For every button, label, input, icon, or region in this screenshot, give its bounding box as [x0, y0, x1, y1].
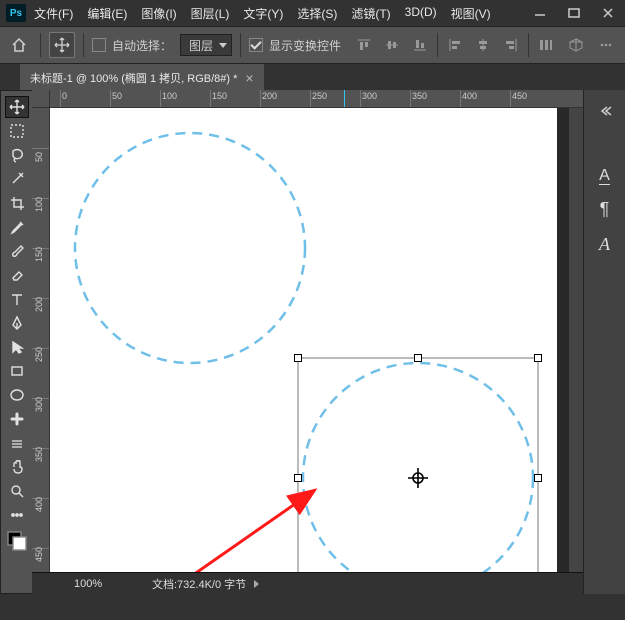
- show-transform-label: 显示变换控件: [269, 37, 341, 54]
- transform-handle-n[interactable]: [414, 354, 422, 362]
- home-button[interactable]: [6, 32, 32, 58]
- path-selection-tool[interactable]: [5, 336, 29, 358]
- hand-tool[interactable]: [5, 456, 29, 478]
- document-tab-title: 未标题-1 @ 100% (椭圆 1 拷贝, RGB/8#) *: [30, 70, 237, 86]
- select-value: 图层: [189, 37, 213, 54]
- doc-info[interactable]: 文档:732.4K/0 字节: [152, 576, 246, 592]
- options-bar: 自动选择： 图层 显示变换控件: [0, 26, 625, 64]
- canvas-zone: 050100150200250300350400450 501001502002…: [32, 90, 583, 594]
- canvas[interactable]: [50, 108, 557, 572]
- close-tab-icon[interactable]: ×: [245, 70, 253, 86]
- transform-center-icon: [408, 468, 428, 488]
- clone-stamp-tool[interactable]: [5, 432, 29, 454]
- status-menu-arrow-icon[interactable]: [254, 580, 259, 588]
- more-options-icon[interactable]: [593, 32, 619, 58]
- glyphs-panel-icon[interactable]: A: [599, 234, 610, 255]
- paragraph-panel-icon[interactable]: ¶: [600, 199, 610, 220]
- align-vcenter-icon[interactable]: [379, 32, 405, 58]
- brush-tool[interactable]: [5, 240, 29, 262]
- menu-filter[interactable]: 滤镜(T): [349, 1, 392, 26]
- zoom-tool[interactable]: [5, 480, 29, 502]
- menu-image[interactable]: 图像(I): [139, 1, 178, 26]
- transform-handle-nw[interactable]: [294, 354, 302, 362]
- maximize-button[interactable]: [557, 0, 591, 26]
- toolbox: [0, 90, 32, 594]
- move-tool[interactable]: [5, 96, 29, 118]
- menu-bar: 文件(F) 编辑(E) 图像(I) 图层(L) 文字(Y) 选择(S) 滤镜(T…: [32, 1, 493, 26]
- magic-wand-tool[interactable]: [5, 168, 29, 190]
- separator: [528, 33, 529, 57]
- scrollbar-vertical[interactable]: [569, 108, 583, 572]
- align-top-icon[interactable]: [351, 32, 377, 58]
- zoom-level[interactable]: 100%: [32, 578, 152, 590]
- transform-handle-ne[interactable]: [534, 354, 542, 362]
- ruler-origin[interactable]: [32, 90, 50, 108]
- align-tools: [351, 32, 619, 58]
- ellipse-shape-1[interactable]: [70, 128, 310, 368]
- menu-select[interactable]: 选择(S): [295, 1, 339, 26]
- expand-panel-icon[interactable]: [598, 104, 612, 118]
- edit-toolbar-icon[interactable]: [5, 504, 29, 526]
- align-right-icon[interactable]: [498, 32, 524, 58]
- show-transform-checkbox[interactable]: 显示变换控件: [249, 37, 341, 54]
- character-panel-icon[interactable]: A: [599, 168, 610, 185]
- ellipse-tool[interactable]: [5, 384, 29, 406]
- menu-type[interactable]: 文字(Y): [241, 1, 285, 26]
- minimize-button[interactable]: [523, 0, 557, 26]
- menu-3d[interactable]: 3D(D): [403, 1, 439, 26]
- menu-view[interactable]: 视图(V): [449, 1, 493, 26]
- ruler-position-indicator: [344, 90, 345, 108]
- lasso-tool[interactable]: [5, 144, 29, 166]
- rectangle-tool[interactable]: [5, 360, 29, 382]
- app-icon: Ps: [6, 4, 26, 22]
- auto-select-checkbox[interactable]: 自动选择：: [92, 37, 172, 54]
- move-tool-indicator[interactable]: [49, 32, 75, 58]
- auto-select-label: 自动选择：: [112, 37, 172, 54]
- separator: [437, 33, 438, 57]
- close-button[interactable]: [591, 0, 625, 26]
- canvas-stage[interactable]: [50, 108, 569, 572]
- eraser-tool[interactable]: [5, 264, 29, 286]
- separator: [83, 33, 84, 57]
- eyedropper-tool[interactable]: [5, 216, 29, 238]
- checkbox-icon: [249, 38, 263, 52]
- healing-tool[interactable]: [5, 408, 29, 430]
- auto-select-mode[interactable]: 图层: [180, 34, 232, 56]
- separator: [240, 33, 241, 57]
- align-bottom-icon[interactable]: [407, 32, 433, 58]
- menu-layer[interactable]: 图层(L): [189, 1, 232, 26]
- marquee-tool[interactable]: [5, 120, 29, 142]
- status-bar: 100% 文档:732.4K/0 字节: [32, 572, 583, 594]
- window-controls: [523, 0, 625, 26]
- menu-edit[interactable]: 编辑(E): [85, 1, 129, 26]
- align-left-icon[interactable]: [442, 32, 468, 58]
- document-tab-bar: 未标题-1 @ 100% (椭圆 1 拷贝, RGB/8#) * ×: [0, 64, 625, 90]
- align-hcenter-icon[interactable]: [470, 32, 496, 58]
- type-tool[interactable]: [5, 288, 29, 310]
- distribute-icon[interactable]: [533, 32, 559, 58]
- workspace: 050100150200250300350400450 501001502002…: [0, 90, 625, 594]
- ruler-horizontal[interactable]: 050100150200250300350400450: [32, 90, 583, 108]
- crop-tool[interactable]: [5, 192, 29, 214]
- pen-tool[interactable]: [5, 312, 29, 334]
- separator: [40, 33, 41, 57]
- checkbox-icon: [92, 38, 106, 52]
- ruler-vertical[interactable]: 50100150200250300350400450: [32, 108, 50, 572]
- title-bar: Ps 文件(F) 编辑(E) 图像(I) 图层(L) 文字(Y) 选择(S) 滤…: [0, 0, 625, 26]
- transform-handle-e[interactable]: [534, 474, 542, 482]
- annotation-arrow: [150, 478, 330, 572]
- 3d-mode-icon[interactable]: [563, 32, 589, 58]
- document-tab[interactable]: 未标题-1 @ 100% (椭圆 1 拷贝, RGB/8#) * ×: [20, 64, 264, 90]
- color-swatches[interactable]: [5, 528, 29, 554]
- chevron-down-icon: [219, 43, 227, 48]
- menu-file[interactable]: 文件(F): [32, 1, 75, 26]
- right-panel-collapsed: A ¶ A: [583, 90, 625, 594]
